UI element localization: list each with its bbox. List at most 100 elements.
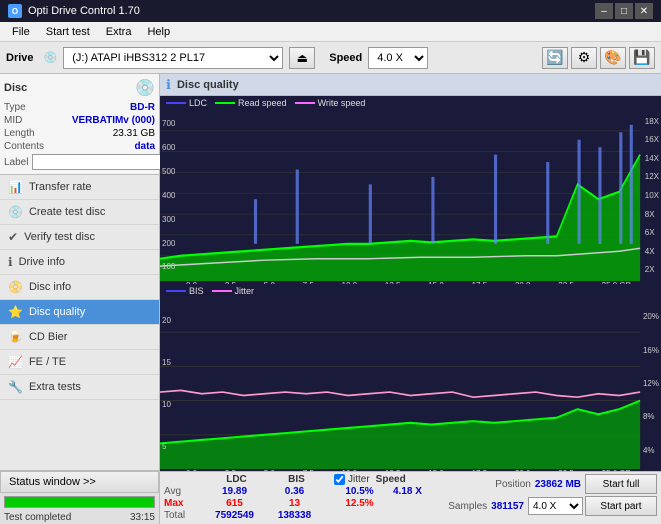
chart-header-icon: ℹ <box>166 77 171 93</box>
x2-label-175: 17.5 <box>472 469 488 471</box>
stats-position-row: Position 23862 MB Start full <box>495 474 657 494</box>
x2-label-100: 10.0 <box>342 469 358 471</box>
chart1-svg-wrap: 18X 16X 14X 12X 10X 8X 6X 4X 2X 700 600 <box>160 110 661 281</box>
y-label-15: 15 <box>162 358 171 367</box>
sidebar-item-disc-info[interactable]: 📀 Disc info <box>0 275 159 300</box>
title-bar-left: O Opti Drive Control 1.70 <box>8 4 140 18</box>
x2-label-125: 12.5 <box>385 469 401 471</box>
y-label-20: 20 <box>162 316 171 325</box>
nav-disc-quality-label: Disc quality <box>29 306 85 318</box>
sidebar-item-drive-info[interactable]: ℹ Drive info <box>0 250 159 275</box>
sidebar-item-disc-quality[interactable]: ⭐ Disc quality <box>0 300 159 325</box>
jitter-legend-label: Jitter <box>235 286 255 296</box>
disc-length-label: Length <box>4 128 35 139</box>
max-bis: 13 <box>267 498 322 509</box>
disc-header-icon: 💿 <box>135 78 155 98</box>
status-window-label: Status window >> <box>9 476 96 488</box>
disc-header: Disc 💿 <box>4 78 155 98</box>
y-label-6x: 6X <box>645 228 659 237</box>
cd-bier-icon: 🍺 <box>8 330 23 344</box>
ldc-color-indicator <box>166 102 186 104</box>
maximize-button[interactable]: □ <box>615 3 633 19</box>
start-full-button[interactable]: Start full <box>585 474 657 494</box>
bis-color-indicator <box>166 290 186 292</box>
status-time: 33:15 <box>130 512 155 523</box>
minimize-button[interactable]: – <box>595 3 613 19</box>
y-label-20pct: 20% <box>643 312 659 321</box>
menu-file[interactable]: File <box>4 24 38 40</box>
stats-max-row: Max 615 13 12.5% <box>164 498 444 509</box>
read-color-indicator <box>215 102 235 104</box>
eject-button[interactable]: ⏏ <box>289 47 315 69</box>
chart2-y-axis-left: 20 15 10 5 <box>162 298 171 469</box>
disc-quality-icon: ⭐ <box>8 305 23 319</box>
status-window-button[interactable]: Status window >> <box>0 471 159 493</box>
speed-stat-label: Speed <box>376 474 406 485</box>
drive-icons: 🔄 ⚙ 🎨 💾 <box>542 47 655 69</box>
legend-bis: BIS <box>166 286 204 296</box>
y-label-10x: 10X <box>645 191 659 200</box>
right-panel: ℹ Disc quality LDC Read speed <box>160 74 661 524</box>
speed-start-group: 4.0 X Start part <box>528 496 657 516</box>
nav-transfer-rate-label: Transfer rate <box>29 181 92 193</box>
chart2-y-axis-right: 20% 16% 12% 8% 4% <box>643 298 659 469</box>
disc-label-label: Label <box>4 157 28 168</box>
chart2-svg <box>160 298 661 469</box>
y-label-400: 400 <box>162 191 175 200</box>
stats-headers: LDC BIS Jitter Speed <box>164 474 444 485</box>
jitter-checkbox[interactable] <box>334 474 345 485</box>
progress-bar-container <box>4 496 155 508</box>
refresh-button[interactable]: 🔄 <box>542 47 568 69</box>
drive-select[interactable]: (J:) ATAPI iHBS312 2 PL17 <box>63 47 283 69</box>
position-label: Position <box>495 479 531 490</box>
y-label-4x: 4X <box>645 247 659 256</box>
y-label-16x: 16X <box>645 135 659 144</box>
sidebar-item-create-test-disc[interactable]: 💿 Create test disc <box>0 200 159 225</box>
total-label: Total <box>164 510 202 521</box>
start-part-button[interactable]: Start part <box>585 496 657 516</box>
sidebar-item-verify-test-disc[interactable]: ✔ Verify test disc <box>0 225 159 250</box>
sidebar-item-cd-bier[interactable]: 🍺 CD Bier <box>0 325 159 350</box>
chart1-y-axis-left: 700 600 500 400 300 200 100 <box>162 110 175 281</box>
sidebar-item-transfer-rate[interactable]: 📊 Transfer rate <box>0 175 159 200</box>
menu-extra[interactable]: Extra <box>98 24 140 40</box>
progress-bar-fill <box>5 497 154 507</box>
nav-disc-info-label: Disc info <box>29 281 71 293</box>
y-label-200: 200 <box>162 239 175 248</box>
total-bis: 138338 <box>267 510 322 521</box>
y-label-500: 500 <box>162 167 175 176</box>
left-panel: Disc 💿 Type BD-R MID VERBATIMv (000) Len… <box>0 74 160 524</box>
disc-type-value: BD-R <box>130 102 155 113</box>
settings2-button[interactable]: 🎨 <box>600 47 626 69</box>
stats-data-group: LDC BIS Jitter Speed Avg 19.89 0.36 10.5 <box>164 474 444 521</box>
y-label-300: 300 <box>162 215 175 224</box>
status-bottom: Test completed 33:15 <box>0 511 159 524</box>
chart2-svg-wrap: 20% 16% 12% 8% 4% 20 15 10 5 <box>160 298 661 469</box>
y-label-2x: 2X <box>645 265 659 274</box>
y-label-16pct: 16% <box>643 346 659 355</box>
ldc-label: LDC <box>189 98 207 108</box>
avg-ldc: 19.89 <box>202 486 267 497</box>
menu-help[interactable]: Help <box>139 24 178 40</box>
save-button[interactable]: 💾 <box>629 47 655 69</box>
close-button[interactable]: ✕ <box>635 3 653 19</box>
chart2-x-axis: 0.0 2.5 5.0 7.5 10.0 12.5 15.0 17.5 20.0… <box>160 469 661 471</box>
speed-select[interactable]: 4.0 X <box>368 47 428 69</box>
disc-label-input[interactable] <box>32 154 170 170</box>
verify-disc-icon: ✔ <box>8 230 18 244</box>
y-label-8x: 8X <box>645 210 659 219</box>
x2-label-200: 20.0 <box>515 469 531 471</box>
bis-label: BIS <box>189 286 204 296</box>
disc-contents-row: Contents data <box>4 141 155 152</box>
menu-start-test[interactable]: Start test <box>38 24 98 40</box>
read-label: Read speed <box>238 98 287 108</box>
y-label-600: 600 <box>162 143 175 152</box>
sidebar-item-extra-tests[interactable]: 🔧 Extra tests <box>0 375 159 400</box>
sidebar-item-fe-te[interactable]: 📈 FE / TE <box>0 350 159 375</box>
speed-label: Speed <box>329 52 362 64</box>
settings1-button[interactable]: ⚙ <box>571 47 597 69</box>
jitter-color-indicator <box>212 290 232 292</box>
speed-dropdown[interactable]: 4.0 X <box>528 497 583 515</box>
nav-create-disc-label: Create test disc <box>29 206 105 218</box>
status-bar: Status window >> Test completed 33:15 <box>0 470 159 524</box>
